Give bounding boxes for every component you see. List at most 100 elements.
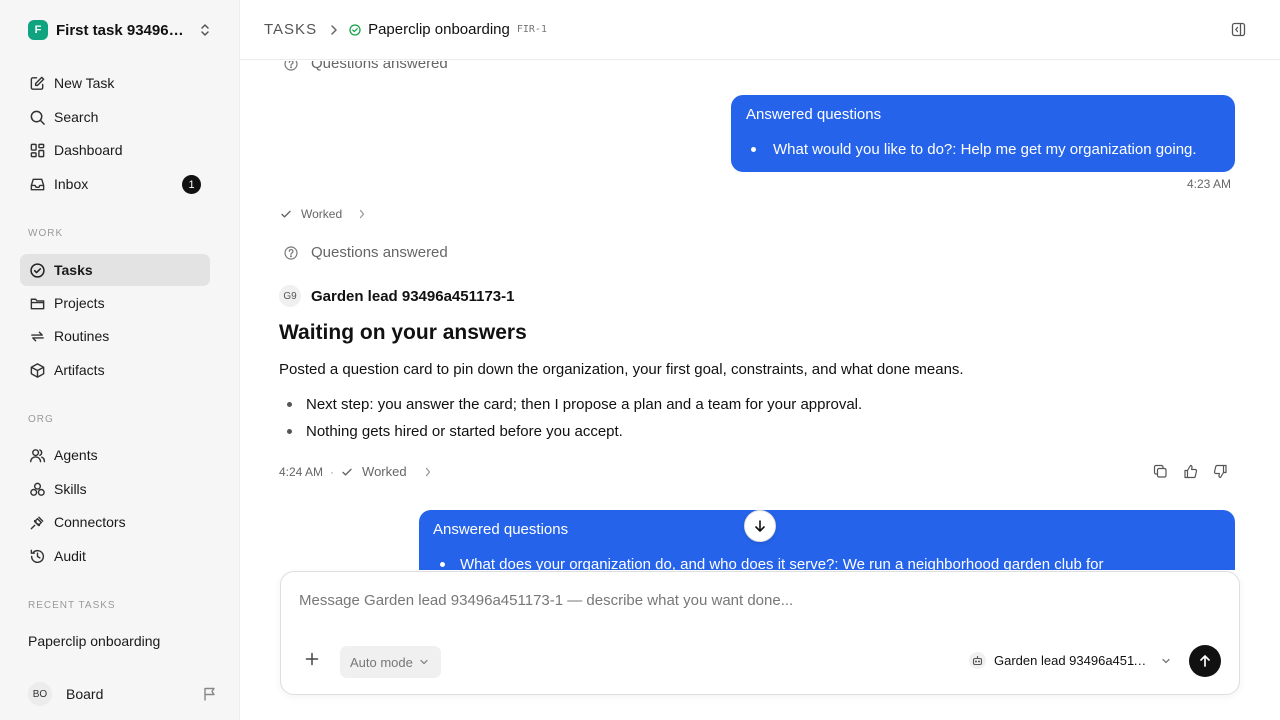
bullet-dot — [287, 402, 292, 407]
bubble-title: Answered questions — [746, 106, 882, 123]
message-heading: Waiting on your answers — [279, 321, 527, 344]
questions-answered-label: Questions answered — [311, 61, 448, 72]
message-paragraph: Posted a question card to pin down the o… — [279, 361, 964, 378]
agent-name: Garden lead 93496a451173-1 — [311, 287, 515, 305]
inbox-label: Inbox — [54, 176, 89, 192]
sidebar-item-inbox[interactable]: Inbox 1 — [20, 168, 210, 200]
new-task-button[interactable]: New Task — [20, 67, 210, 99]
message-composer: Auto mode Garden lead 93496a451173-1 — [280, 571, 1240, 695]
scroll-to-bottom-button[interactable] — [744, 510, 776, 542]
worked-toggle[interactable]: Worked — [280, 207, 366, 221]
question-circle-icon — [284, 61, 298, 71]
recent-task-item[interactable]: Paperclip onboarding — [28, 633, 160, 649]
message-timestamp: 4:24 AM — [279, 464, 324, 479]
agent-avatar: G9 — [279, 285, 301, 307]
sidebar-item-projects[interactable]: Projects — [20, 287, 210, 319]
inbox-icon — [28, 175, 46, 193]
history-icon — [28, 547, 46, 565]
chevron-right-icon — [358, 209, 366, 219]
sidebar-item-skills[interactable]: Skills — [20, 473, 210, 505]
compose-icon — [28, 74, 46, 92]
inbox-count-badge: 1 — [182, 175, 201, 194]
avatar: BO — [28, 682, 52, 706]
arrow-up-icon — [1198, 654, 1212, 668]
copy-icon[interactable] — [1153, 464, 1168, 479]
workspace-name: First task 93496a451173 — [56, 21, 186, 39]
user-answer-bubble: Answered questions What would you like t… — [731, 95, 1235, 172]
folder-icon — [28, 294, 46, 312]
sidebar-item-routines[interactable]: Routines — [20, 320, 210, 352]
sidebar-item-artifacts[interactable]: Artifacts — [20, 354, 210, 386]
page-title: Paperclip onboarding — [368, 21, 510, 38]
worked-toggle[interactable]: Worked — [341, 464, 432, 479]
sidebar-item-dashboard[interactable]: Dashboard — [20, 134, 210, 166]
chevron-up-down-icon — [198, 22, 212, 38]
bot-icon — [969, 652, 986, 669]
thumbs-down-icon[interactable] — [1213, 464, 1228, 479]
board-user[interactable]: BO Board — [28, 682, 218, 706]
arrow-down-icon — [753, 519, 767, 533]
tasks-label: Tasks — [54, 262, 93, 278]
mode-selector[interactable]: Auto mode — [340, 646, 441, 678]
thumbs-up-icon[interactable] — [1183, 464, 1198, 479]
agent-selector[interactable]: Garden lead 93496a451173-1 — [969, 652, 1171, 669]
section-label-recent: RECENT TASKS — [28, 600, 116, 611]
sidebar-item-connectors[interactable]: Connectors — [20, 506, 210, 538]
dashboard-icon — [28, 141, 46, 159]
conversation-thread[interactable]: Questions answered Answered questions Wh… — [240, 61, 1280, 570]
routines-label: Routines — [54, 328, 110, 344]
agent-author: G9 Garden lead 93496a451173-1 — [279, 285, 514, 307]
section-label-work: WORK — [28, 228, 64, 239]
check-icon — [341, 466, 353, 478]
bullet-dot — [440, 562, 445, 567]
sidebar: F First task 93496a451173 New Task Searc… — [0, 0, 240, 720]
dashboard-label: Dashboard — [54, 142, 123, 158]
questions-answered-label: Questions answered — [311, 244, 448, 261]
search-icon — [28, 108, 46, 126]
section-label-org: ORG — [28, 414, 54, 425]
skills-label: Skills — [54, 481, 87, 497]
new-task-label: New Task — [54, 75, 115, 91]
question-circle-icon — [284, 245, 298, 260]
users-icon — [28, 446, 46, 464]
worked-label: Worked — [362, 464, 407, 479]
worked-label: Worked — [301, 207, 343, 221]
bullet-dot — [287, 429, 292, 434]
bubble-answer-item: What does your organization do, and who … — [460, 556, 1104, 570]
chevron-down-icon — [419, 658, 429, 666]
repeat-icon — [28, 327, 46, 345]
message-input[interactable] — [299, 592, 1199, 609]
search-label: Search — [54, 109, 99, 125]
bullet-dot — [751, 147, 756, 152]
send-button[interactable] — [1189, 645, 1221, 677]
search-button[interactable]: Search — [20, 101, 210, 133]
chevron-right-icon — [424, 467, 432, 477]
status-done-icon — [349, 23, 361, 36]
user-answer-bubble: Answered questions What does your organi… — [419, 510, 1235, 570]
sidebar-item-tasks[interactable]: Tasks — [20, 254, 210, 286]
flag-icon[interactable] — [202, 686, 218, 702]
task-header: TASKS Paperclip onboarding FIR-1 — [240, 0, 1280, 60]
message-list-item: Nothing gets hired or started before you… — [306, 423, 623, 440]
projects-label: Projects — [54, 295, 105, 311]
toggle-panel-icon[interactable] — [1231, 22, 1246, 37]
message-meta: 4:24 AM · Worked — [279, 464, 432, 479]
workspace-switcher[interactable]: F First task 93496a451173 — [28, 19, 214, 41]
breadcrumb-tasks[interactable]: TASKS — [264, 21, 317, 38]
sidebar-item-agents[interactable]: Agents — [20, 439, 210, 471]
connectors-label: Connectors — [54, 514, 126, 530]
bubble-answer-item: What would you like to do?: Help me get … — [773, 141, 1197, 158]
message-list-item: Next step: you answer the card; then I p… — [306, 396, 863, 413]
add-attachment-button[interactable] — [305, 652, 319, 666]
agents-label: Agents — [54, 447, 98, 463]
box-icon — [28, 361, 46, 379]
sidebar-item-audit[interactable]: Audit — [20, 540, 210, 572]
questions-answered-row-top: Questions answered — [284, 61, 448, 72]
plug-icon — [28, 513, 46, 531]
task-id: FIR-1 — [516, 24, 547, 35]
questions-answered-row: Questions answered — [284, 244, 448, 261]
audit-label: Audit — [54, 548, 86, 564]
check-circle-icon — [28, 261, 46, 279]
board-label: Board — [66, 686, 104, 702]
chevron-right-icon — [329, 24, 339, 36]
